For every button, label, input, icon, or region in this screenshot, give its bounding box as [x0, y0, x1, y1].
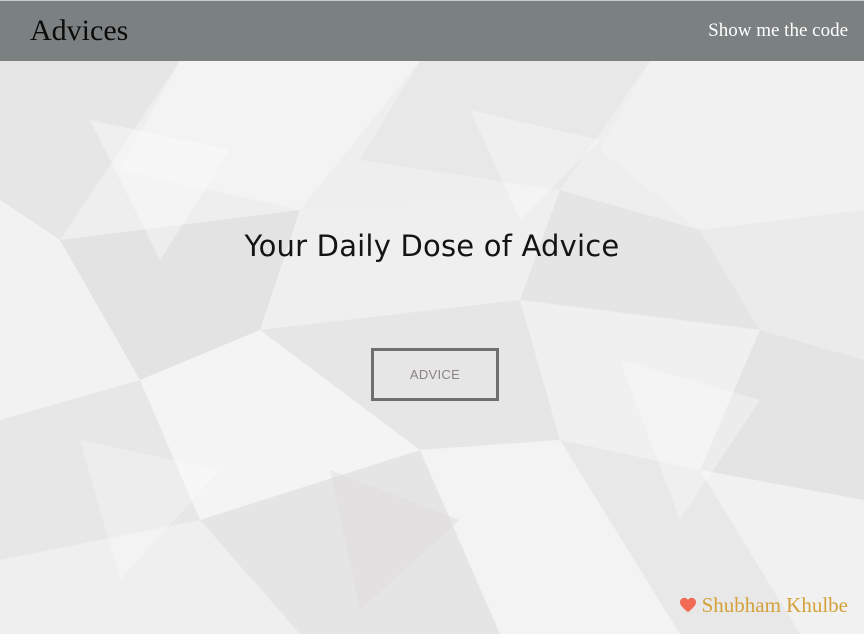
brand-title: Advices — [30, 14, 129, 47]
heart-icon — [679, 597, 696, 613]
author-credit: Shubham Khulbe — [679, 593, 848, 617]
advice-button[interactable]: ADVICE — [371, 348, 499, 401]
page-heading: Your Daily Dose of Advice — [244, 229, 620, 263]
author-name[interactable]: Shubham Khulbe — [702, 593, 848, 617]
crumpled-paper-background — [0, 0, 864, 634]
top-navbar: Advices Show me the code — [0, 0, 864, 61]
show-code-link[interactable]: Show me the code — [708, 20, 848, 42]
